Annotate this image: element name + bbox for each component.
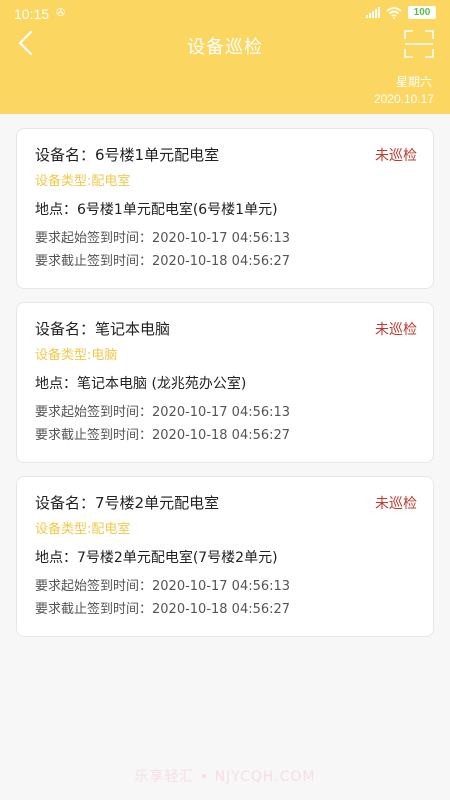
inspection-status-badge: 未巡检 bbox=[375, 322, 417, 338]
device-location: 地点：6号楼1单元配电室(6号楼1单元) bbox=[35, 202, 278, 218]
device-type: 设备类型:配电室 bbox=[35, 174, 131, 189]
device-location: 地点：笔记本电脑 (龙兆苑办公室) bbox=[35, 376, 247, 392]
sign-in-start-time: 要求起始签到时间：2020-10-17 04:56:13 bbox=[35, 231, 291, 246]
inspection-status-badge: 未巡检 bbox=[375, 148, 417, 164]
device-type: 设备类型:配电室 bbox=[35, 522, 131, 537]
device-name: 设备名：笔记本电脑 bbox=[35, 320, 171, 338]
wifi-icon bbox=[386, 6, 402, 19]
device-name: 设备名：6号楼1单元配电室 bbox=[35, 146, 220, 164]
battery-icon: 100 bbox=[408, 6, 436, 19]
scan-button[interactable] bbox=[404, 30, 434, 58]
device-list: 设备名：6号楼1单元配电室 未巡检 设备类型:配电室 地点：6号楼1单元配电室(… bbox=[16, 128, 434, 650]
sign-in-end-time: 要求截止签到时间：2020-10-18 04:56:27 bbox=[35, 254, 291, 269]
watermark: 乐享轻汇 • NJYCQH.COM bbox=[134, 769, 316, 785]
status-time: 10:15 bbox=[14, 6, 50, 22]
weekday-label: 星期六 bbox=[395, 75, 432, 89]
sign-in-start-time: 要求起始签到时间：2020-10-17 04:56:13 bbox=[35, 405, 291, 420]
status-indicators: 100 bbox=[366, 6, 436, 19]
signal-icon bbox=[366, 7, 380, 18]
device-type: 设备类型:电脑 bbox=[35, 348, 118, 363]
device-card[interactable]: 设备名：7号楼2单元配电室 未巡检 设备类型:配电室 地点：7号楼2单元配电室(… bbox=[16, 476, 434, 637]
status-bar: 10:15 ✇ 100 bbox=[0, 0, 450, 26]
device-card[interactable]: 设备名：6号楼1单元配电室 未巡检 设备类型:配电室 地点：6号楼1单元配电室(… bbox=[16, 128, 434, 289]
device-card[interactable]: 设备名：笔记本电脑 未巡检 设备类型:电脑 地点：笔记本电脑 (龙兆苑办公室) … bbox=[16, 302, 434, 463]
date-label: 2020.10.17 bbox=[373, 92, 434, 106]
sign-in-end-time: 要求截止签到时间：2020-10-18 04:56:27 bbox=[35, 602, 291, 617]
page-title: 设备巡检 bbox=[187, 37, 263, 58]
device-location: 地点：7号楼2单元配电室(7号楼2单元) bbox=[35, 550, 278, 566]
scan-icon bbox=[404, 30, 434, 58]
sign-in-start-time: 要求起始签到时间：2020-10-17 04:56:13 bbox=[35, 579, 291, 594]
sign-in-end-time: 要求截止签到时间：2020-10-18 04:56:27 bbox=[35, 428, 291, 443]
device-name: 设备名：7号楼2单元配电室 bbox=[35, 494, 220, 512]
header: 10:15 ✇ 100 设备巡检 星期六 2020.10.17 bbox=[0, 0, 450, 114]
inspection-status-badge: 未巡检 bbox=[375, 496, 417, 512]
nav-bar: 设备巡检 bbox=[0, 26, 450, 62]
notification-icon: ✇ bbox=[56, 6, 66, 19]
